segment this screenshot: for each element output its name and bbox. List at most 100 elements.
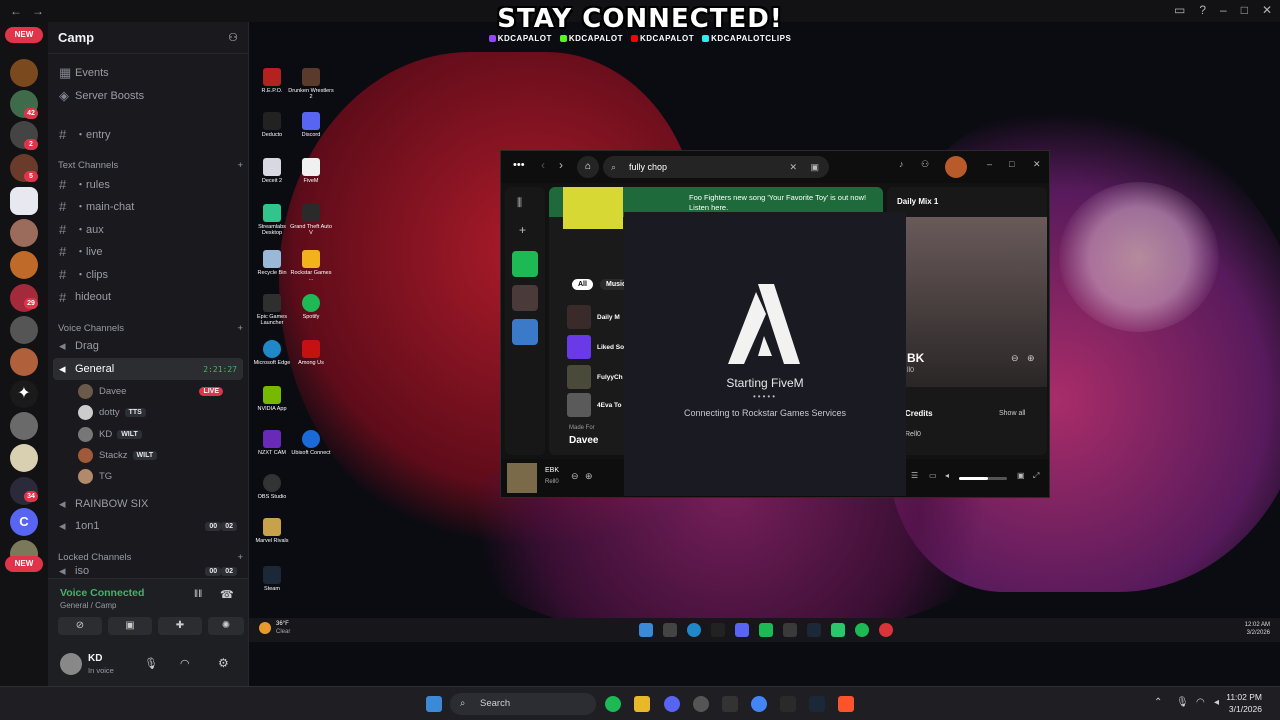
voice-user[interactable]: Stackz WILT [78, 445, 243, 465]
volume-slider[interactable] [959, 477, 1007, 480]
epic-games-icon[interactable] [722, 696, 738, 712]
forward-chevron-icon[interactable]: › [559, 158, 563, 172]
voice-channel-rainbow-six[interactable]: ◂ RAINBOW SIX [53, 493, 243, 515]
bell-icon[interactable]: ♪ [899, 159, 904, 169]
channel-main-chat[interactable]: # ・main-chat [53, 195, 243, 217]
events-item[interactable]: ▦ Events [53, 62, 243, 84]
voice-user[interactable]: TG [78, 466, 243, 486]
now-playing-title[interactable]: EBK [545, 467, 559, 474]
browse-icon[interactable]: ▣ [810, 156, 819, 178]
app-icon[interactable] [780, 696, 796, 712]
user-avatar[interactable] [60, 653, 82, 675]
file-explorer-icon[interactable] [634, 696, 650, 712]
windows-start-icon[interactable] [639, 623, 653, 637]
soundboard-button[interactable]: ✺ [208, 617, 244, 635]
library-icon[interactable]: ⫼ [517, 197, 522, 210]
add-icon[interactable]: ⊕ [585, 471, 593, 482]
voice-channel-locked[interactable]: ◂ iso 00 02 [53, 565, 243, 577]
voice-channel-general[interactable]: ◂ General 2:21:27 [53, 358, 243, 380]
taskbar-clock[interactable]: 11:02 PM 3/1/2026 [1226, 692, 1262, 716]
settings-gear-icon[interactable]: ⚙ [218, 656, 229, 670]
device-icon[interactable]: ▭ [929, 471, 937, 480]
chrome-icon[interactable] [751, 696, 767, 712]
track-title[interactable]: BK [907, 351, 924, 365]
voice-status[interactable]: Voice Connected [60, 587, 144, 599]
track-artist[interactable]: ll0 [907, 367, 914, 374]
voice-channels-category[interactable]: Voice Channels + [58, 323, 243, 334]
clear-search-icon[interactable]: ✕ [789, 156, 797, 178]
playlist-thumb[interactable] [512, 319, 538, 345]
channel-clips[interactable]: # ・clips [53, 263, 243, 285]
channel-rules[interactable]: # ・rules [53, 173, 243, 195]
server-icon[interactable] [10, 187, 38, 215]
spotify-search-input[interactable]: ⌕ fully chop ✕ ▣ [603, 156, 829, 178]
profile-avatar[interactable] [945, 156, 967, 178]
steam-icon[interactable] [807, 623, 821, 637]
voice-user[interactable]: KD WILT [78, 424, 243, 444]
headphones-icon[interactable]: ◠ [180, 657, 190, 670]
fullscreen-icon[interactable]: ⤢ [1033, 471, 1039, 481]
list-item[interactable]: Daily M [567, 305, 620, 329]
queue-icon[interactable]: ☰ [911, 471, 918, 480]
obs-icon[interactable] [693, 696, 709, 712]
friends-icon[interactable]: ⚇ [921, 159, 929, 170]
disconnect-icon[interactable]: ☎ [220, 588, 234, 601]
add-to-liked-icon[interactable]: ⊕ [1027, 353, 1035, 364]
taskbar-search[interactable]: ⌕ Search [450, 693, 596, 715]
add-channel-icon[interactable]: + [237, 160, 243, 171]
volume-icon[interactable]: ◂ [945, 471, 949, 480]
app-icon[interactable] [783, 623, 797, 637]
desktop-icon[interactable]: Among Us [288, 340, 334, 366]
server-icon[interactable] [10, 444, 38, 472]
voice-user[interactable]: Davee LIVE [78, 381, 243, 401]
mini-player-icon[interactable]: ▣ [1017, 471, 1025, 480]
fivem-icon[interactable] [711, 623, 725, 637]
server-icon[interactable] [10, 219, 38, 247]
brave-icon[interactable] [838, 696, 854, 712]
spotify-icon[interactable] [605, 696, 621, 712]
screen-share-button[interactable]: ▣ [108, 617, 152, 635]
steam-icon[interactable] [809, 696, 825, 712]
desktop-icon[interactable]: Grand Theft Auto V [288, 204, 334, 237]
desktop-icon[interactable]: Drunken Wrestlers 2 [288, 68, 334, 101]
remove-icon[interactable]: ⊖ [571, 471, 579, 482]
spotify-icon[interactable] [855, 623, 869, 637]
section-title[interactable]: Davee [569, 435, 598, 446]
noise-suppression-icon[interactable]: ǁǁ [194, 589, 202, 600]
add-icon[interactable]: + [519, 223, 526, 237]
desktop-icon[interactable]: Steam [249, 566, 295, 592]
app-icon[interactable] [831, 623, 845, 637]
desktop-icon[interactable]: Discord [288, 112, 334, 138]
server-icon[interactable] [10, 59, 38, 87]
playlist-thumb[interactable] [512, 251, 538, 277]
remove-icon[interactable]: ⊖ [1011, 353, 1019, 364]
desktop-icon[interactable]: Rockstar Games ... [288, 250, 334, 283]
now-playing-artist[interactable]: Rell0 [545, 479, 559, 485]
desktop-icon[interactable]: OBS Studio [249, 474, 295, 500]
microphone-icon[interactable]: 🎙︎ [1176, 697, 1189, 708]
desktop-icon[interactable]: Spotify [288, 294, 334, 320]
filter-all[interactable]: All [572, 279, 593, 290]
server-icon[interactable] [10, 316, 38, 344]
list-item[interactable]: Liked So [567, 335, 624, 359]
edge-icon[interactable] [687, 623, 701, 637]
text-channels-category[interactable]: Text Channels + [58, 160, 243, 171]
add-channel-icon[interactable]: + [237, 323, 243, 334]
voice-user[interactable]: dotty TTS [78, 402, 243, 422]
tray-chevron-icon[interactable]: ⌃ [1154, 697, 1162, 708]
microphone-icon[interactable]: 🎙︎ [144, 657, 158, 670]
volume-icon[interactable]: ◂ [1214, 697, 1219, 708]
search-icon[interactable] [663, 623, 677, 637]
add-channel-icon[interactable]: + [237, 552, 243, 563]
menu-dots-icon[interactable]: ••• [513, 159, 525, 171]
windows-start-icon[interactable] [426, 696, 442, 712]
app-icon[interactable] [879, 623, 893, 637]
channel-hideout[interactable]: # hideout [53, 286, 243, 308]
close-icon[interactable]: ✕ [1033, 159, 1041, 170]
desktop-icon[interactable]: Ubisoft Connect [288, 430, 334, 456]
credits-artist[interactable]: Rell0 [905, 431, 921, 438]
activities-button[interactable]: ✚ [158, 617, 202, 635]
maximize-icon[interactable]: □ [1009, 159, 1014, 169]
desktop-icon[interactable]: FiveM [288, 158, 334, 184]
now-playing-art[interactable] [507, 463, 537, 493]
